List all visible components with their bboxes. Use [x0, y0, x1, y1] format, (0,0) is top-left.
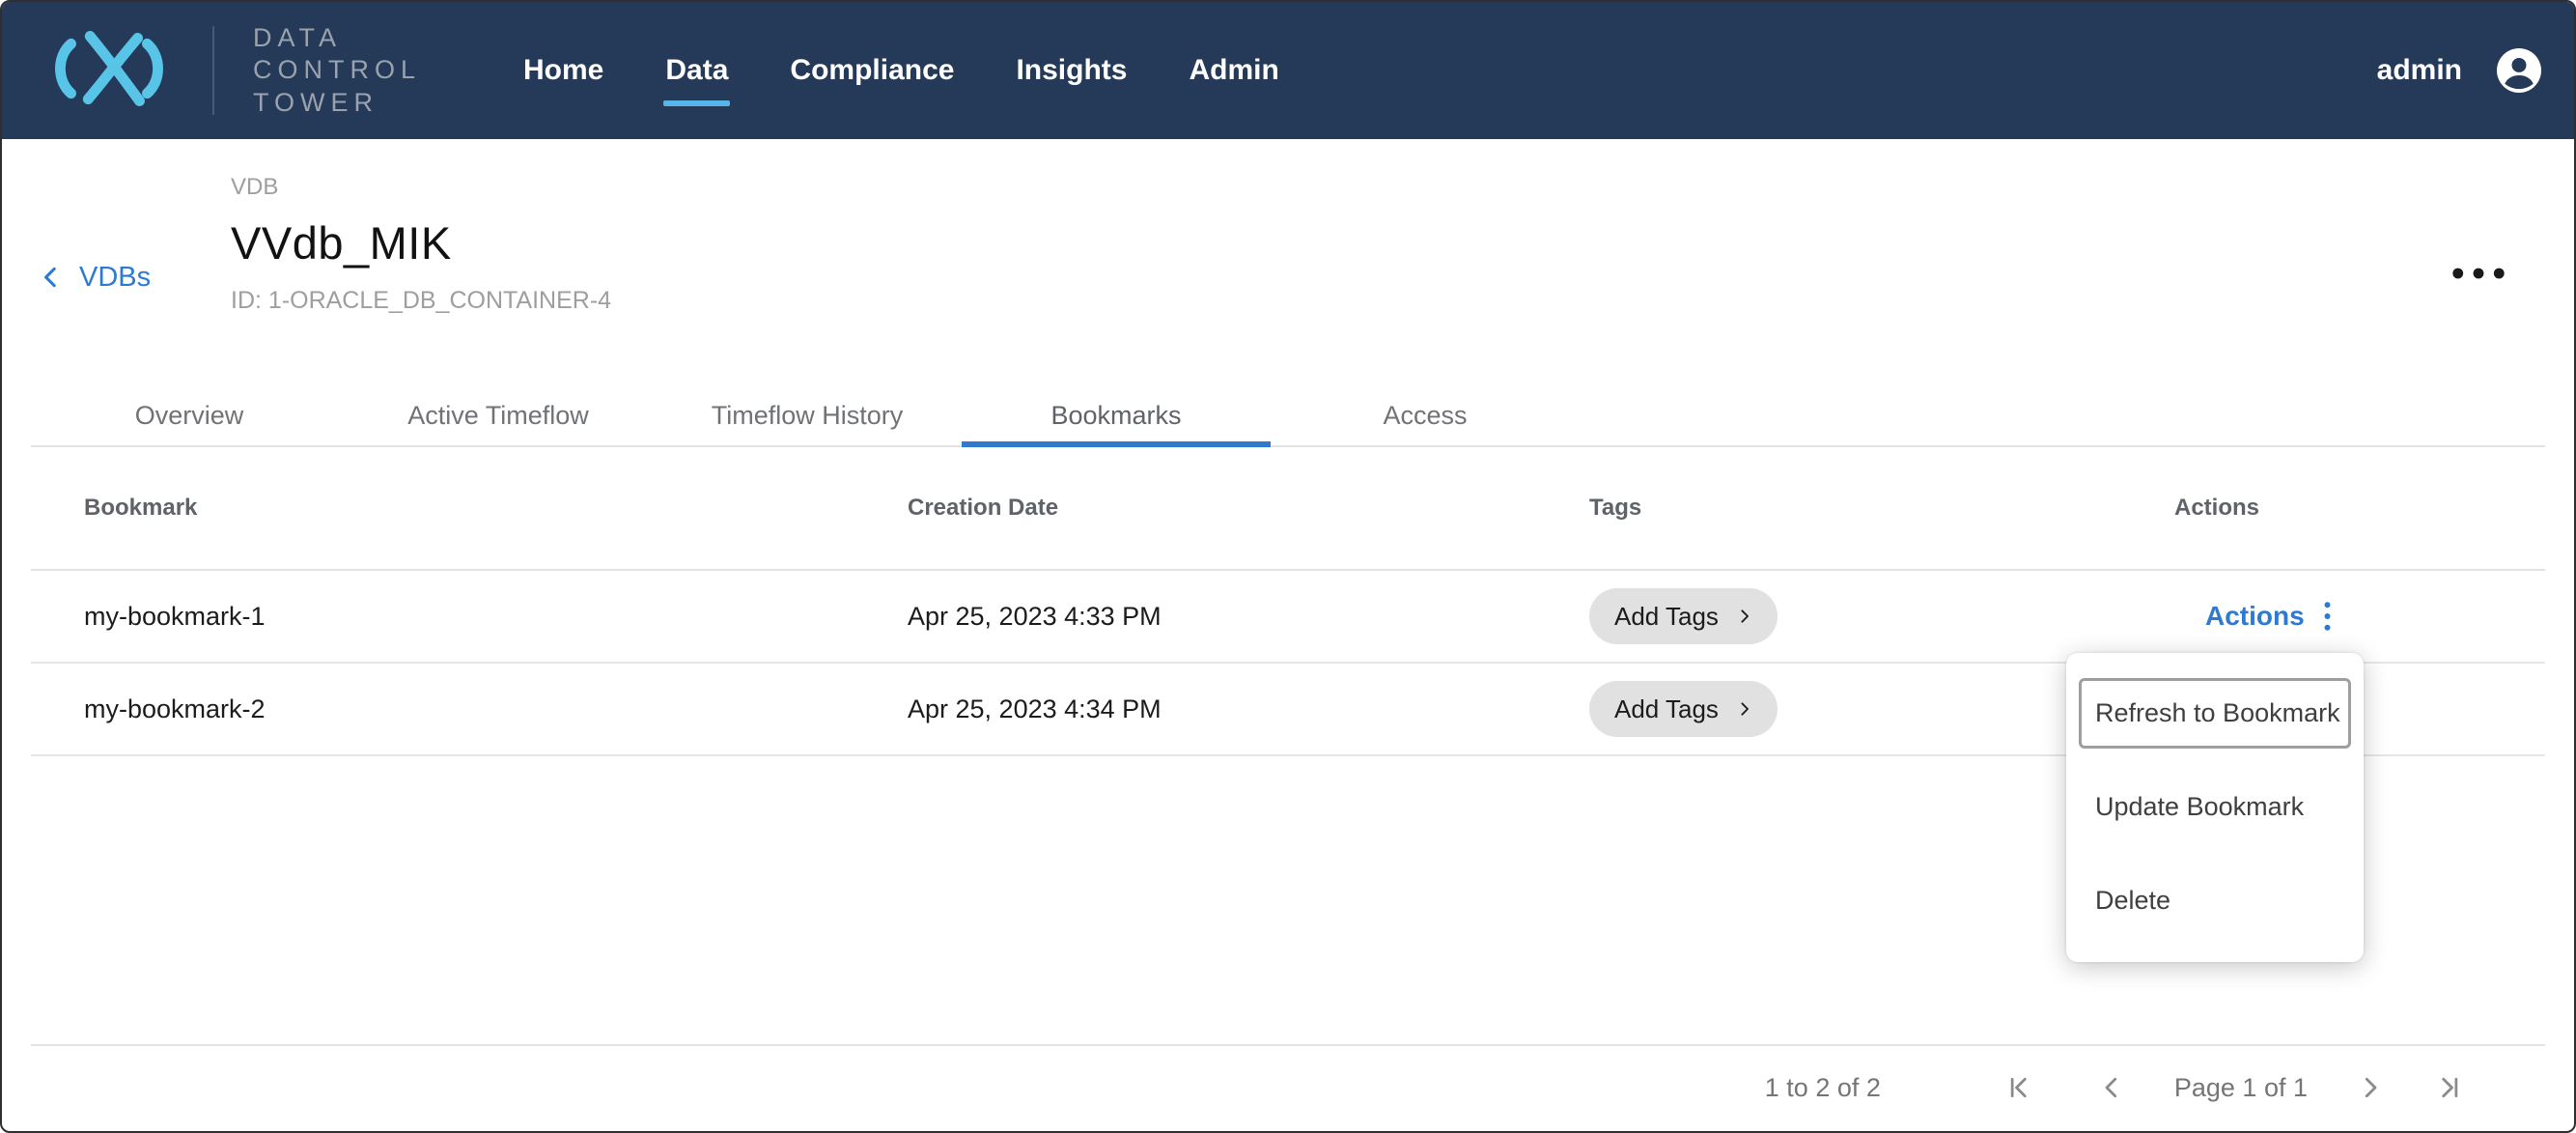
back-to-vdbs-link[interactable]: VDBs — [39, 261, 151, 294]
column-header-creation-date: Creation Date — [908, 495, 1589, 522]
nav-item-admin[interactable]: Admin — [1187, 48, 1280, 93]
actions-menu-button[interactable]: Actions — [2205, 601, 2305, 632]
previous-page-icon[interactable] — [2091, 1067, 2132, 1108]
row-range-label: 1 to 2 of 2 — [1765, 1073, 1881, 1103]
table-row: my-bookmark-1 Apr 25, 2023 4:33 PM Add T… — [31, 571, 2545, 664]
add-tags-label: Add Tags — [1614, 602, 1719, 632]
column-header-tags: Tags — [1589, 495, 2174, 522]
user-menu[interactable]: admin — [2377, 48, 2541, 93]
bookmark-name: my-bookmark-2 — [84, 694, 908, 724]
column-header-bookmark: Bookmark — [84, 495, 908, 522]
nav-item-home[interactable]: Home — [521, 48, 605, 93]
brand-wordmark-line: TOWER — [253, 87, 421, 119]
tab-active-timeflow[interactable]: Active Timeflow — [344, 385, 653, 445]
creation-date: Apr 25, 2023 4:33 PM — [908, 602, 1589, 632]
bookmark-name: my-bookmark-1 — [84, 602, 908, 632]
tab-bar: Overview Active Timeflow Timeflow Histor… — [31, 385, 2545, 447]
main-nav: Home Data Compliance Insights Admin — [521, 48, 1281, 93]
chevron-left-icon — [39, 261, 64, 294]
username-label: admin — [2377, 54, 2462, 87]
logo-divider — [212, 26, 214, 115]
page-indicator-label: Page 1 of 1 — [2174, 1073, 2308, 1103]
table-header-row: Bookmark Creation Date Tags Actions — [31, 447, 2545, 571]
brand-wordmark-line: DATA — [253, 22, 421, 54]
brand-wordmark: DATA CONTROL TOWER — [253, 22, 421, 119]
back-link-label: VDBs — [79, 262, 151, 294]
nav-item-compliance[interactable]: Compliance — [788, 48, 956, 93]
nav-item-data[interactable]: Data — [663, 48, 730, 93]
menu-item-delete[interactable]: Delete — [2079, 865, 2351, 936]
tab-access[interactable]: Access — [1271, 385, 1580, 445]
page-head: VDBs VDB VVdb_MIK ID: 1-ORACLE_DB_CONTAI… — [2, 139, 2574, 385]
app-header: DATA CONTROL TOWER Home Data Compliance … — [2, 2, 2574, 139]
add-tags-button[interactable]: Add Tags — [1589, 588, 1778, 644]
menu-item-refresh-to-bookmark[interactable]: Refresh to Bookmark — [2079, 678, 2351, 749]
tab-timeflow-history[interactable]: Timeflow History — [653, 385, 962, 445]
delphix-logo-icon — [37, 22, 180, 120]
ellipsis-horizontal-icon[interactable] — [2441, 257, 2516, 295]
account-circle-icon[interactable] — [2497, 48, 2541, 93]
entity-type-label: VDB — [231, 174, 611, 201]
add-tags-label: Add Tags — [1614, 694, 1719, 724]
app-window: DATA CONTROL TOWER Home Data Compliance … — [0, 0, 2576, 1133]
last-page-icon[interactable] — [2429, 1067, 2470, 1108]
page-title: VVdb_MIK — [231, 216, 611, 269]
chevron-right-icon — [1736, 696, 1752, 722]
creation-date: Apr 25, 2023 4:34 PM — [908, 694, 1589, 724]
tab-bookmarks[interactable]: Bookmarks — [962, 385, 1271, 445]
menu-item-update-bookmark[interactable]: Update Bookmark — [2079, 772, 2351, 842]
column-header-actions: Actions — [2174, 495, 2545, 522]
first-page-icon[interactable] — [1999, 1067, 2039, 1108]
nav-item-insights[interactable]: Insights — [1014, 48, 1129, 93]
pagination-bar: 1 to 2 of 2 Page 1 of 1 — [31, 1044, 2545, 1129]
next-page-icon[interactable] — [2350, 1067, 2391, 1108]
actions-dropdown-menu: Refresh to Bookmark Update Bookmark Dele… — [2066, 653, 2364, 962]
chevron-right-icon — [1736, 604, 1752, 629]
tab-overview[interactable]: Overview — [35, 385, 344, 445]
kebab-vertical-icon[interactable] — [2322, 601, 2333, 632]
entity-id-label: ID: 1-ORACLE_DB_CONTAINER-4 — [231, 287, 611, 315]
add-tags-button[interactable]: Add Tags — [1589, 681, 1778, 737]
entity-heading: VDB VVdb_MIK ID: 1-ORACLE_DB_CONTAINER-4 — [231, 174, 611, 315]
brand-wordmark-line: CONTROL — [253, 54, 421, 86]
